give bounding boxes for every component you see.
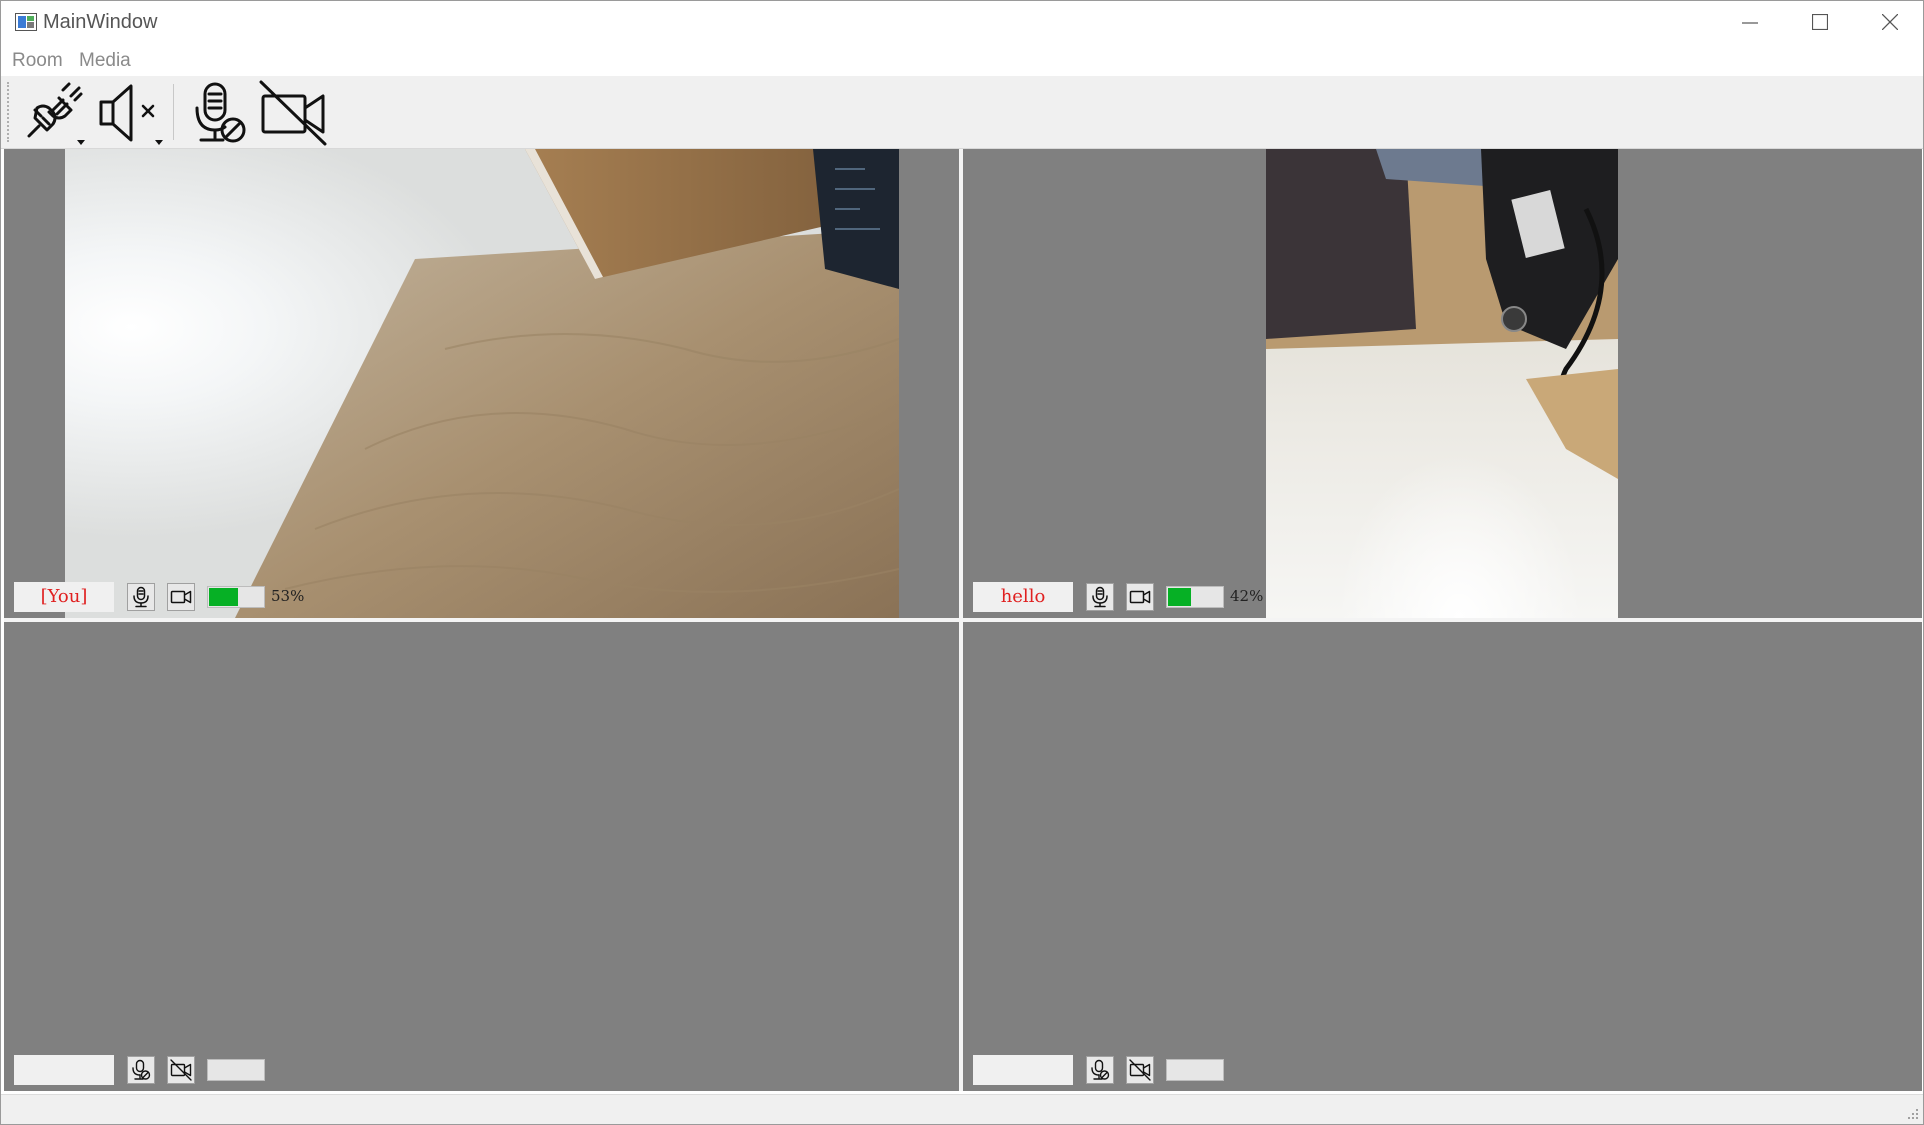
close-button[interactable] <box>1855 1 1924 45</box>
speaker-button[interactable] <box>97 80 167 146</box>
plug-disconnect-icon <box>27 82 85 145</box>
microphone-icon <box>133 586 149 608</box>
empty-info-bar <box>973 1055 1313 1085</box>
tile-camera-toggle[interactable] <box>1126 1056 1154 1084</box>
app-icon <box>15 13 37 31</box>
tile-camera-toggle[interactable] <box>167 1056 195 1084</box>
local-video-feed <box>65 149 899 618</box>
audio-level-meter <box>1166 586 1224 608</box>
tile-mic-toggle[interactable] <box>127 1056 155 1084</box>
microphone-button[interactable] <box>187 80 253 146</box>
microphone-disabled-icon <box>1091 1059 1110 1080</box>
empty-info-bar <box>14 1055 354 1085</box>
tile-mic-toggle[interactable] <box>1086 583 1114 611</box>
video-tile-empty[interactable] <box>963 622 1922 1091</box>
tile-camera-toggle[interactable] <box>167 583 195 611</box>
camera-button[interactable] <box>259 80 329 146</box>
participant-name <box>14 1055 114 1085</box>
local-info-bar: [You] 53% <box>14 582 354 612</box>
speaker-muted-icon <box>99 84 163 145</box>
tile-mic-toggle[interactable] <box>127 583 155 611</box>
microphone-icon <box>1092 586 1108 608</box>
menu-room[interactable]: Room <box>12 50 63 72</box>
maximize-button[interactable] <box>1785 1 1855 45</box>
participant-name: [You] <box>14 582 114 612</box>
audio-level-label: 53% <box>271 587 305 605</box>
remote-video-frame <box>1266 149 1618 618</box>
camera-off-icon <box>1129 1059 1151 1081</box>
tile-mic-toggle[interactable] <box>1086 1056 1114 1084</box>
audio-level-meter <box>1166 1059 1224 1081</box>
audio-level-fill <box>1168 588 1191 606</box>
resize-grip-icon[interactable] <box>1907 1108 1919 1120</box>
video-tile-empty[interactable] <box>4 622 959 1091</box>
camera-off-icon <box>170 1059 192 1081</box>
tile-camera-toggle[interactable] <box>1126 583 1154 611</box>
camera-icon <box>170 590 192 604</box>
video-grid: [You] 53% hello 42% <box>4 149 1922 1091</box>
minimize-button[interactable] <box>1715 1 1785 45</box>
toolbar-grip[interactable] <box>7 82 10 142</box>
microphone-disabled-icon <box>132 1059 151 1080</box>
audio-level-fill <box>209 588 238 606</box>
local-video-frame <box>65 149 899 618</box>
maximize-icon <box>1812 14 1828 30</box>
remote-video-feed <box>1266 149 1618 618</box>
video-tile-remote[interactable]: hello 42% <box>963 149 1922 618</box>
title-bar[interactable]: MainWindow <box>1 1 1923 45</box>
video-tile-local[interactable]: [You] 53% <box>4 149 959 618</box>
microphone-disabled-icon <box>195 82 246 143</box>
camera-icon <box>1129 590 1151 604</box>
menu-bar: Room Media <box>1 45 1923 76</box>
status-bar <box>1 1094 1923 1124</box>
toolbar-separator <box>173 84 174 140</box>
audio-level-meter <box>207 586 265 608</box>
connection-button[interactable] <box>19 80 89 146</box>
menu-media[interactable]: Media <box>79 50 131 72</box>
main-window: MainWindow Room Media [You] 53% hello 42… <box>0 0 1924 1125</box>
audio-level-label: 42% <box>1230 587 1264 605</box>
minimize-icon <box>1742 22 1758 24</box>
close-icon <box>1882 14 1898 30</box>
camera-off-icon <box>259 80 327 146</box>
audio-level-meter <box>207 1059 265 1081</box>
remote-info-bar: hello 42% <box>973 582 1313 612</box>
participant-name: hello <box>973 582 1073 612</box>
window-title: MainWindow <box>43 11 158 33</box>
toolbar <box>1 76 1923 149</box>
participant-name <box>973 1055 1073 1085</box>
